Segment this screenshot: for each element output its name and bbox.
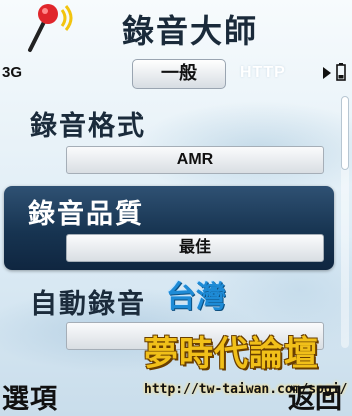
scrollbar-thumb[interactable] <box>341 96 349 170</box>
setting-label-auto-record: 自動錄音 <box>30 289 146 320</box>
microphone-icon <box>28 4 73 52</box>
signal-indicator: 3G <box>2 64 23 81</box>
setting-label-format: 錄音格式 <box>30 111 146 142</box>
selected-row-highlight[interactable]: 錄音品質 最佳 <box>4 186 334 270</box>
watermark-site-name: 夢時代論壇 <box>144 334 319 374</box>
battery-icon <box>336 63 346 81</box>
format-value-field[interactable]: AMR <box>66 146 324 174</box>
back-softkey[interactable]: 返回 <box>288 377 350 416</box>
setting-label-quality: 錄音品質 <box>28 199 144 230</box>
app-title: 錄音大師 <box>121 12 258 50</box>
quality-value-field[interactable]: 最佳 <box>66 234 324 262</box>
options-softkey[interactable]: 選項 <box>2 377 58 416</box>
tab-http[interactable]: HTTP <box>240 64 286 82</box>
tab-general[interactable]: 一般 <box>132 59 226 89</box>
tab-next-arrow-icon[interactable] <box>322 66 332 80</box>
watermark-region-text: 台灣 <box>166 280 226 315</box>
